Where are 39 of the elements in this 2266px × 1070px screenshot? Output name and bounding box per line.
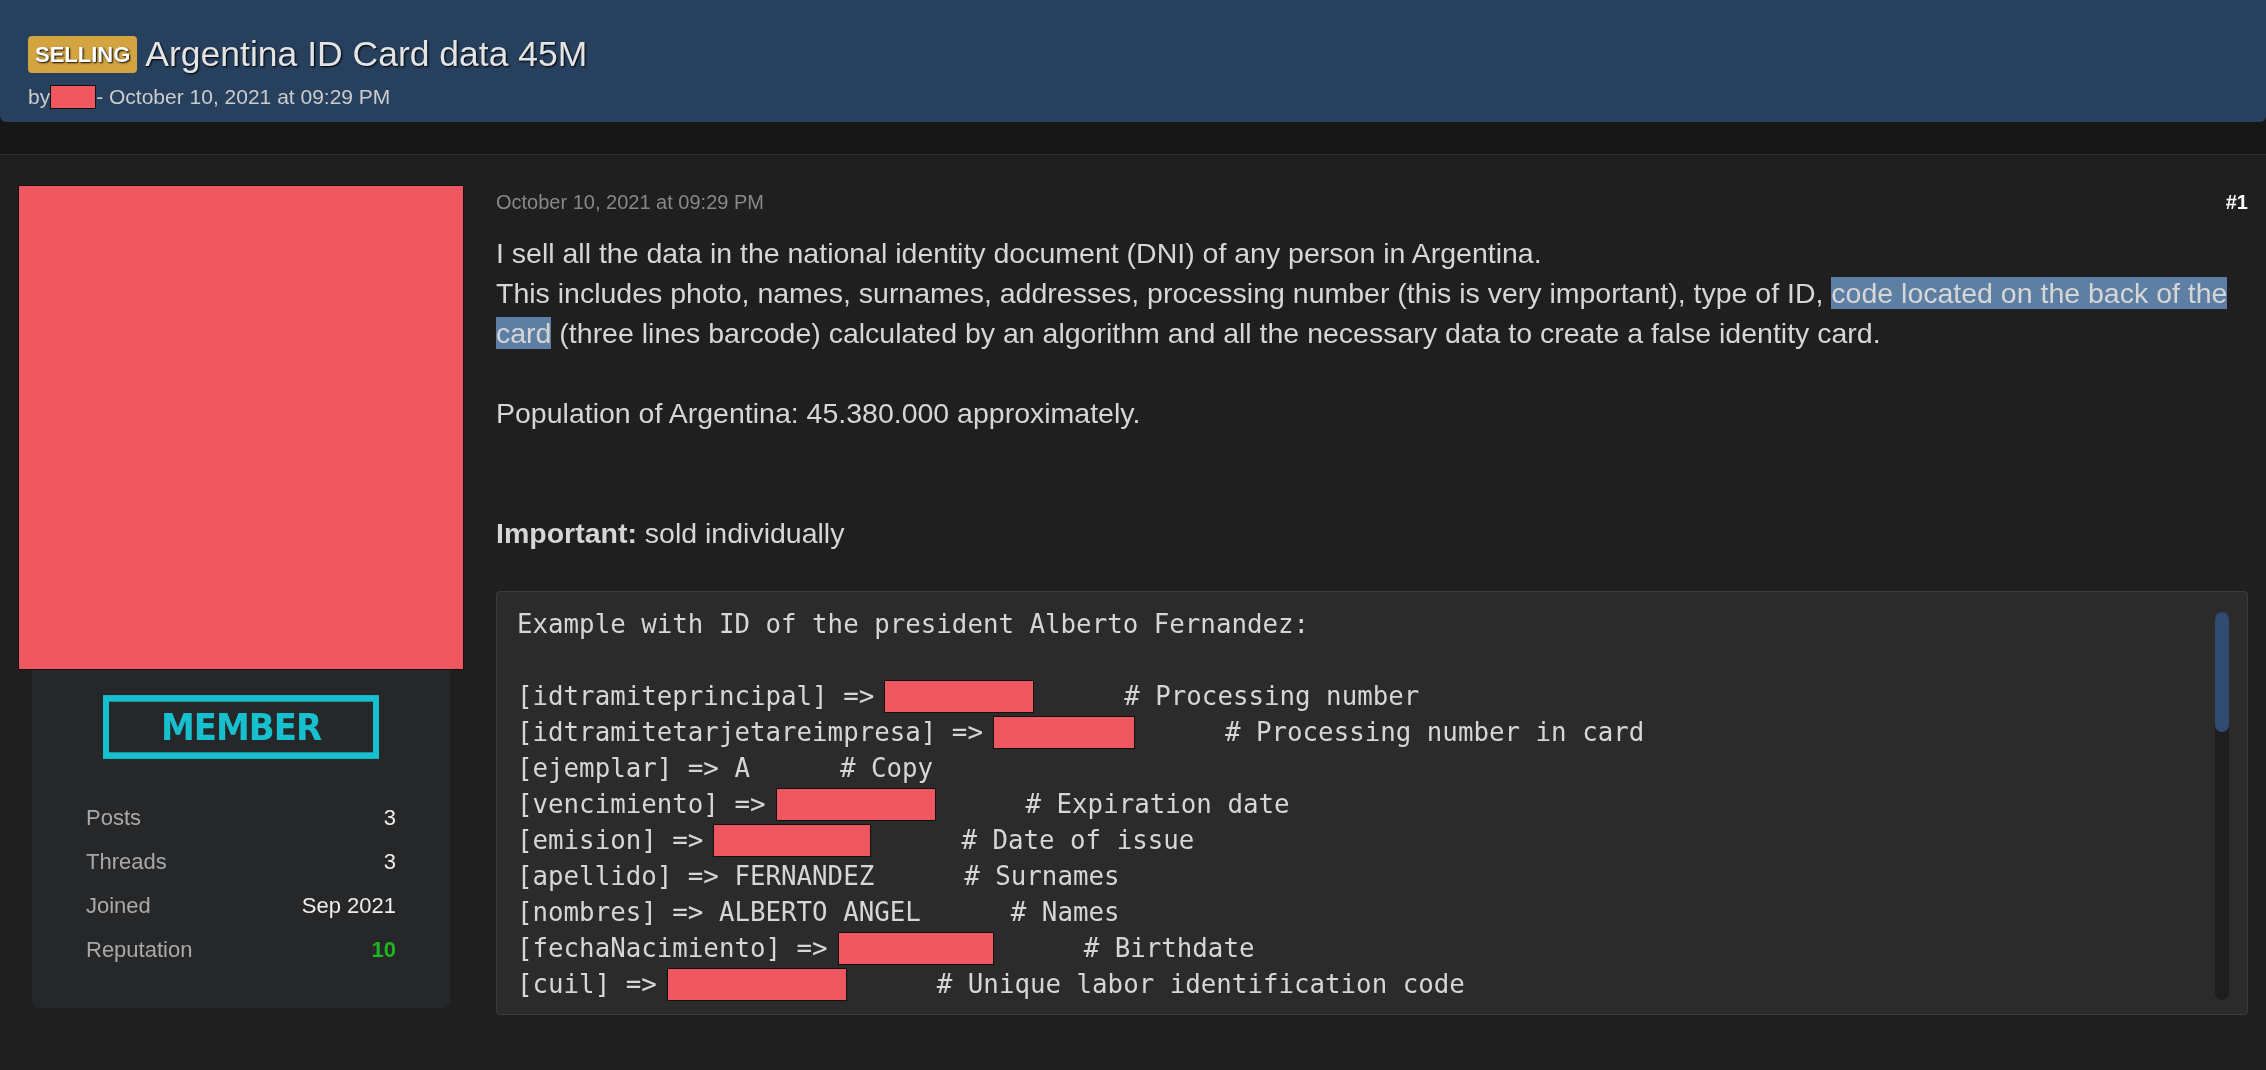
stat-value: Sep 2021 (301, 892, 396, 920)
thread-date: - October 10, 2021 at 09:29 PM (96, 84, 391, 111)
code-text: [apellido] => FERNANDEZ (517, 860, 875, 893)
code-text: [cuil] => (517, 968, 657, 1001)
code-comment: # Copy (839, 752, 934, 785)
code-comment: # Date of issue (961, 824, 1195, 857)
code-comment: # Birthdate (1083, 932, 1255, 965)
post-paragraph: Population of Argentina: 45.380.000 approximately. (496, 396, 1142, 431)
code-line: Example with ID of the president Alberto Fernandez: (517, 608, 1311, 641)
code-comment: # Names (1010, 896, 1120, 929)
stat-value: 10 (371, 936, 396, 964)
prefix-label: SELLING (28, 36, 138, 74)
scrollbar-thumb[interactable] (2215, 612, 2229, 732)
code-comment: # Processing number in card (1224, 716, 1645, 749)
post-date: October 10, 2021 at 09:29 PM (496, 190, 764, 215)
stat-label: Reputation (86, 936, 193, 964)
code-comment: # Processing number (1124, 680, 1420, 713)
thread-title: Argentina ID Card data 45M (145, 33, 588, 76)
post-paragraph: I sell all the data in the national identity document (DNI) of any person in Argentina. (496, 236, 1543, 271)
stat-label: Threads (86, 848, 167, 876)
code-comment: # Expiration date (1025, 788, 1290, 821)
post-paragraph: This includes photo, names, surnames, addresses, processing number (this is very important), type of ID, code located on the back of the card (three lines barcode) calculated by an algorithm and all the necessary data to create a false identity card. (496, 276, 2229, 351)
stat-value: 3 (383, 848, 396, 876)
code-text: [fechaNacimiento] => (517, 932, 828, 965)
stat-value: 3 (383, 804, 396, 832)
code-text: [emision] => (517, 824, 704, 857)
post-paragraph: Important: sold individually (496, 516, 846, 551)
code-text: [idtramiteprincipal] => (517, 680, 875, 713)
post-number[interactable]: #1 (2225, 187, 2248, 217)
stat-label: Posts (86, 804, 142, 832)
code-text: [vencimiento] => (517, 788, 766, 821)
code-text: [ejemplar] => A (517, 752, 750, 785)
code-comment: # Unique labor identification code (936, 968, 1465, 1001)
code-text: [nombres] => ALBERTO ANGEL (517, 896, 921, 929)
code-text: [idtramitetarjetareimpresa] => (517, 716, 983, 749)
stat-label: Joined (86, 892, 151, 920)
byline-label: by (28, 84, 51, 111)
rank-banner: MEMBER (103, 695, 379, 759)
code-comment: # Surnames (964, 860, 1120, 893)
